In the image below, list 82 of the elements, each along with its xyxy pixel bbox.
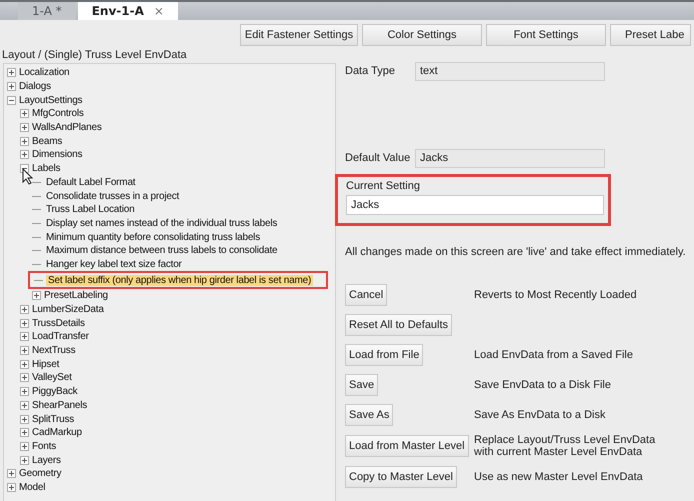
expand-icon[interactable]: [7, 68, 16, 78]
expand-icon[interactable]: [20, 428, 29, 438]
tab[interactable]: Env-1-A ×: [78, 2, 178, 20]
expand-icon[interactable]: [7, 469, 16, 478]
tree-item[interactable]: Localization: [17, 67, 72, 78]
expand-icon[interactable]: [20, 332, 29, 342]
toolbar-button[interactable]: Preset Labe: [610, 24, 691, 46]
tree-item[interactable]: ShearPanels: [30, 400, 90, 411]
tab[interactable]: 1-A *: [18, 2, 76, 20]
action-button[interactable]: Cancel: [345, 284, 388, 306]
tree-item[interactable]: Maximum distance between truss labels to consolidate: [44, 245, 280, 256]
toolbar-button[interactable]: Edit Fastener Settings: [240, 24, 358, 46]
collapse-icon[interactable]: [7, 96, 16, 105]
expand-icon[interactable]: [20, 414, 29, 424]
expand-icon[interactable]: [7, 82, 16, 92]
tree-item[interactable]: Dialogs: [17, 81, 53, 92]
action-description: Replace Layout/Truss Level EnvData with current Master Level EnvData: [474, 434, 656, 458]
expand-icon[interactable]: [20, 305, 29, 314]
close-icon[interactable]: ×: [154, 4, 164, 18]
default-value-field: Jacks: [415, 148, 605, 168]
expand-icon[interactable]: [20, 400, 29, 410]
expand-icon[interactable]: [20, 123, 29, 132]
toolbar-button[interactable]: Font Settings: [486, 24, 606, 46]
tree-item[interactable]: Set label suffix (only applies when hip girder label is set name): [46, 274, 314, 286]
action-description: Use as new Master Level EnvData: [474, 471, 644, 483]
tree-item[interactable]: SplitTruss: [30, 414, 76, 425]
action-description: Save As EnvData to a Disk: [474, 409, 606, 421]
expand-icon[interactable]: [20, 150, 29, 160]
tree-item[interactable]: ValleySet: [30, 372, 74, 384]
expand-icon[interactable]: [20, 387, 29, 396]
tree-item[interactable]: Geometry: [17, 468, 64, 480]
expand-icon[interactable]: [7, 482, 16, 492]
action-button[interactable]: Save: [345, 374, 378, 396]
tree-item[interactable]: WallsAndPlanes: [30, 122, 104, 134]
expand-icon[interactable]: [20, 318, 29, 328]
tree-item[interactable]: NextTruss: [30, 345, 78, 356]
tree-item[interactable]: Hipset: [30, 358, 62, 370]
action-button[interactable]: Load from Master Level: [345, 435, 469, 457]
tree-item[interactable]: Hanger key label text size factor: [44, 258, 184, 270]
pointer-icon: [22, 168, 33, 185]
tree-item[interactable]: Model: [17, 482, 48, 493]
breadcrumb: Layout / (Single) Truss Level EnvData: [1, 48, 188, 61]
tree-item[interactable]: MfgControls: [30, 108, 86, 120]
expand-icon[interactable]: [20, 109, 29, 118]
tree-item[interactable]: Fonts: [30, 440, 58, 452]
expand-icon[interactable]: [20, 442, 29, 451]
info-text: All changes made on this screen are 'live' and take effect immediately.: [345, 246, 687, 258]
action-description: Load EnvData from a Saved File: [474, 349, 634, 361]
action-description: Reverts to Most Recently Loaded: [474, 289, 638, 301]
expand-icon[interactable]: [20, 373, 29, 382]
data-type-field: text: [415, 62, 605, 80]
action-button[interactable]: Copy to Master Level: [345, 466, 457, 488]
action-button[interactable]: Save As: [345, 404, 394, 426]
tree-item[interactable]: LayoutSettings: [17, 94, 84, 106]
tree-item[interactable]: Layers: [30, 454, 63, 466]
action-button[interactable]: Load from File: [345, 344, 424, 366]
tree-item[interactable]: Labels: [30, 163, 62, 174]
tree-item[interactable]: LoadTransfer: [30, 331, 91, 342]
expand-icon[interactable]: [32, 291, 41, 300]
tree-item[interactable]: Display set names instead of the individual truss labels: [44, 218, 280, 229]
tree-item[interactable]: PresetLabeling: [42, 290, 110, 302]
tree-item[interactable]: PiggyBack: [30, 386, 80, 398]
expand-icon[interactable]: [20, 360, 29, 369]
tree-item[interactable]: TrussDetails: [30, 318, 87, 329]
tree-item[interactable]: Dimensions: [30, 149, 84, 160]
expand-icon[interactable]: [20, 136, 29, 146]
current-setting-field[interactable]: Jacks: [346, 195, 604, 215]
action-button[interactable]: Reset All to Defaults: [345, 314, 452, 336]
tree-item[interactable]: Default Label Format: [44, 176, 138, 188]
action-description: Save EnvData to a Disk File: [474, 379, 612, 391]
toolbar-button[interactable]: Color Settings: [362, 24, 482, 46]
expand-icon[interactable]: [20, 346, 29, 356]
field-label: Data Type: [345, 65, 396, 77]
tree-item[interactable]: Consolidate trusses in a project: [44, 190, 182, 202]
tree-item[interactable]: Truss Label Location: [44, 204, 136, 216]
field-label: Default Value: [345, 152, 412, 164]
tree-item[interactable]: LumberSizeData: [30, 304, 106, 316]
expand-icon[interactable]: [20, 456, 29, 465]
tree-item[interactable]: Beams: [30, 136, 64, 147]
field-label: Current Setting: [346, 180, 421, 192]
tree-item[interactable]: CadMarkup: [30, 427, 84, 438]
tree-item[interactable]: Minimum quantity before consolidating truss labels: [44, 232, 262, 243]
